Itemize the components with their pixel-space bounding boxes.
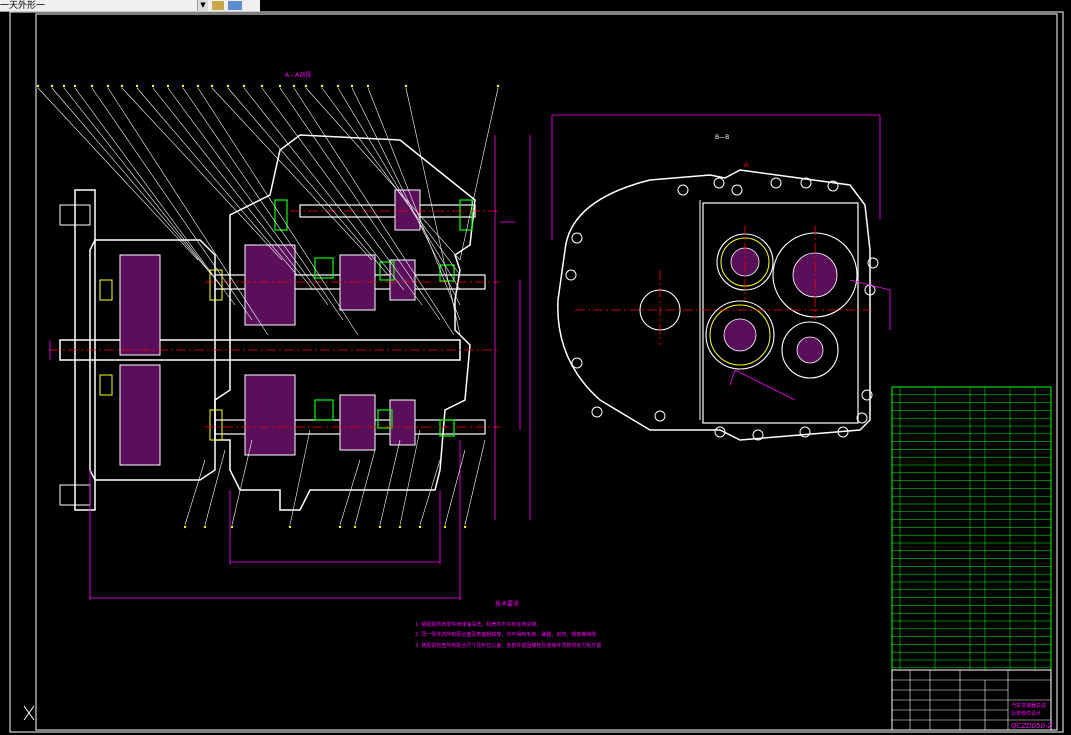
bolt-hole xyxy=(565,269,577,281)
callout-marker xyxy=(62,84,66,88)
bolt-hole xyxy=(654,410,666,422)
callout-marker xyxy=(260,84,264,88)
leader-line xyxy=(419,459,441,526)
ucs-icon xyxy=(23,705,35,721)
callout-marker xyxy=(183,525,187,529)
bolt-hole xyxy=(799,426,811,438)
callout-marker xyxy=(120,84,124,88)
callout-marker xyxy=(463,525,467,529)
bolt-hole xyxy=(731,184,743,196)
callout-marker xyxy=(350,84,354,88)
callout-marker xyxy=(404,84,408,88)
section-view xyxy=(36,84,531,600)
callout-marker xyxy=(353,525,357,529)
bolt-hole xyxy=(571,357,583,369)
leader-line xyxy=(211,87,373,261)
callout-marker xyxy=(203,525,207,529)
leader-line xyxy=(152,87,314,291)
callout-marker xyxy=(151,84,155,88)
bolt-hole xyxy=(571,232,583,244)
callout-marker xyxy=(135,84,139,88)
leader-line xyxy=(184,459,206,526)
callout-marker xyxy=(288,525,292,529)
callout-marker xyxy=(226,84,230,88)
drawing-border-inner xyxy=(35,13,1058,731)
bolt-hole xyxy=(591,406,603,418)
callout-marker xyxy=(278,84,282,88)
drawing-subtitle: 及零部件设计 xyxy=(1011,710,1041,717)
leader-line xyxy=(354,449,376,526)
callout-marker xyxy=(73,84,77,88)
callout-marker xyxy=(36,84,40,88)
callout-marker xyxy=(50,84,54,88)
tech-req-line: 3. 装配前检查所有配合尺寸及形位公差，各部件紧固螺栓及连接件须按规定力矩拧紧 xyxy=(415,642,601,649)
drawing-title: 汽车变速器总成 xyxy=(1011,702,1046,709)
cad-drawing-canvas[interactable]: A—A剖视 B—B A 技术要求 1. 装配前所有零件用煤油清洗，机壳内不许有任… xyxy=(0,0,1071,735)
leader-line xyxy=(379,439,401,526)
drawing-number: QCZD050-Z xyxy=(1011,722,1052,730)
bolt-hole xyxy=(713,177,725,189)
callout-marker xyxy=(196,84,200,88)
callout-marker xyxy=(166,84,170,88)
view-label: B—B xyxy=(715,134,729,141)
callout-marker xyxy=(181,84,185,88)
leader-line xyxy=(121,87,283,261)
leader-line xyxy=(305,87,461,261)
end-view xyxy=(551,114,891,441)
leader-line xyxy=(464,439,486,526)
bolt-hole xyxy=(770,177,782,189)
leader-line xyxy=(444,449,466,526)
callout-marker xyxy=(378,525,382,529)
callout-marker xyxy=(210,84,214,88)
leader-line xyxy=(231,439,253,526)
leader-line xyxy=(459,87,499,261)
tech-req-line: 1. 装配前所有零件用煤油清洗，机壳内不许有任何杂物， xyxy=(415,621,541,628)
callout-marker xyxy=(106,84,110,88)
callout-marker xyxy=(304,84,308,88)
callout-marker xyxy=(398,525,402,529)
callout-marker xyxy=(336,84,340,88)
section-label: A—A剖视 xyxy=(285,71,311,79)
tech-req-line: 2. 同一零件的所有配合面及表面粗糙度，均不得有毛刺、磕碰、划伤、锈蚀等缺陷 xyxy=(415,631,596,638)
leader-line xyxy=(321,87,461,276)
callout-marker xyxy=(320,84,324,88)
callout-marker xyxy=(366,84,370,88)
title-block: 汽车变速器总成 及零部件设计 QCZD050-Z xyxy=(891,669,1052,731)
callout-marker xyxy=(292,84,296,88)
technical-requirements: 技术要求 1. 装配前所有零件用煤油清洗，机壳内不许有任何杂物， 2. 同一零件… xyxy=(415,600,601,649)
callout-marker xyxy=(443,525,447,529)
callout-marker xyxy=(496,84,500,88)
bolt-hole xyxy=(677,184,689,196)
leader-line xyxy=(91,87,253,321)
leader-line xyxy=(339,459,361,526)
view-arrow-label: A xyxy=(744,161,749,169)
parts-list-table xyxy=(891,386,1052,671)
callout-marker xyxy=(242,84,246,88)
callout-marker xyxy=(90,84,94,88)
tech-req-title: 技术要求 xyxy=(495,600,519,608)
leader-line xyxy=(51,87,213,276)
callout-marker xyxy=(418,525,422,529)
callout-marker xyxy=(230,525,234,529)
leader-line xyxy=(37,87,199,261)
callout-marker xyxy=(338,525,342,529)
